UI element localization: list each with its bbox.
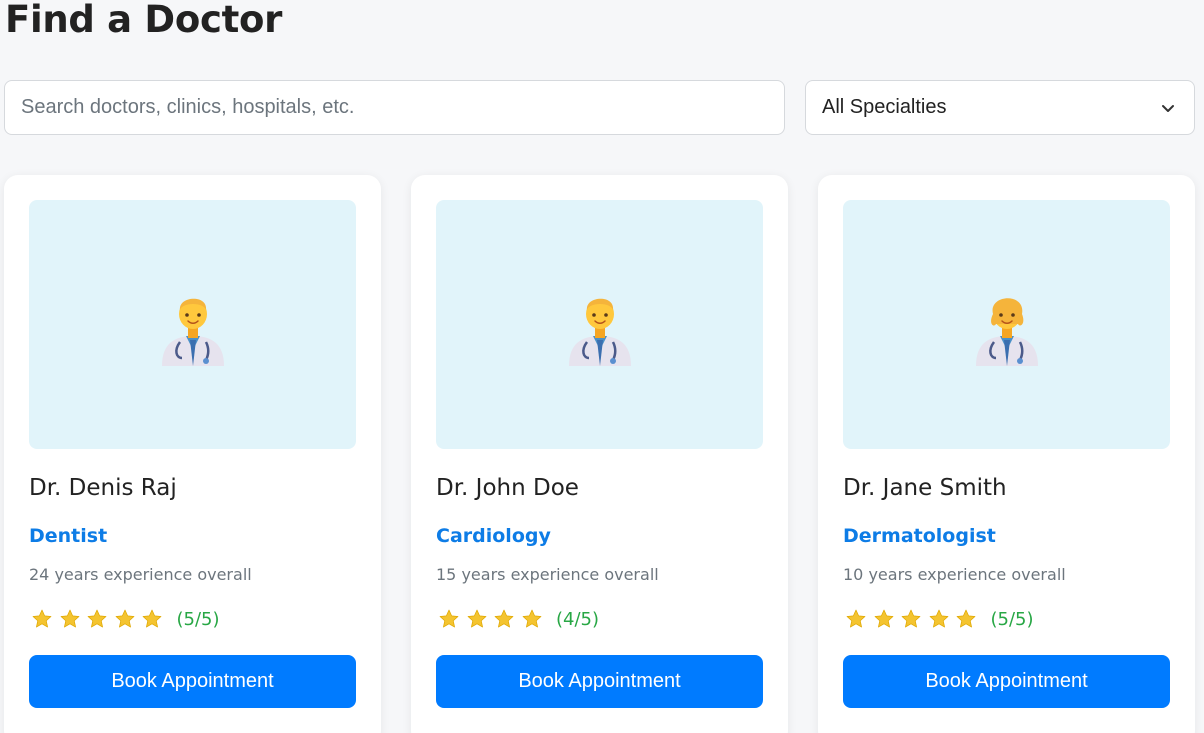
star-icon <box>87 609 107 628</box>
doctor-photo <box>843 200 1170 449</box>
doctor-card: Dr. Jane Smith Dermatologist 10 years ex… <box>818 175 1195 733</box>
doctor-experience: 10 years experience overall <box>843 565 1066 584</box>
doctor-card: Dr. John Doe Cardiology 15 years experie… <box>411 175 788 733</box>
rating-text: (5/5) <box>990 608 1034 630</box>
doctor-experience: 15 years experience overall <box>436 565 659 584</box>
doctor-rating: (5/5) <box>31 608 220 630</box>
woman-health-worker-icon <box>975 297 1038 366</box>
star-icon <box>956 609 976 628</box>
star-icon <box>142 609 162 628</box>
doctor-rating: (5/5) <box>845 608 1034 630</box>
doctor-name: Dr. John Doe <box>436 475 579 501</box>
star-icon <box>901 609 921 628</box>
book-appointment-button[interactable]: Book Appointment <box>843 655 1170 708</box>
doctor-card: Dr. Denis Raj Dentist 24 years experienc… <box>4 175 381 733</box>
man-health-worker-icon <box>161 298 224 366</box>
doctor-photo <box>436 200 763 449</box>
specialty-select[interactable]: All Specialties <box>805 80 1195 135</box>
star-icon <box>60 609 79 628</box>
book-appointment-button[interactable]: Book Appointment <box>436 655 763 708</box>
doctor-name: Dr. Jane Smith <box>843 475 1007 501</box>
page-title: Find a Doctor <box>5 0 283 41</box>
star-icon <box>439 609 459 628</box>
doctor-specialty[interactable]: Dermatologist <box>843 525 996 547</box>
chevron-down-icon <box>1162 105 1174 112</box>
doctor-experience: 24 years experience overall <box>29 565 252 584</box>
search-input[interactable] <box>4 80 785 135</box>
star-icon <box>929 609 948 628</box>
book-appointment-button[interactable]: Book Appointment <box>29 655 356 708</box>
star-icon <box>874 609 893 628</box>
doctor-specialty[interactable]: Cardiology <box>436 525 551 547</box>
rating-text: (5/5) <box>176 608 220 630</box>
rating-text: (4/5) <box>556 608 600 630</box>
man-health-worker-icon <box>568 298 631 366</box>
doctor-photo <box>29 200 356 449</box>
star-icon <box>494 609 514 628</box>
doctor-specialty[interactable]: Dentist <box>29 525 107 547</box>
star-icon <box>115 609 134 628</box>
doctor-name: Dr. Denis Raj <box>29 475 177 501</box>
star-icon <box>32 609 52 628</box>
star-icon <box>846 609 866 628</box>
star-icon <box>467 609 486 628</box>
specialty-select-value: All Specialties <box>822 96 947 118</box>
star-icon <box>522 609 541 628</box>
doctor-rating: (4/5) <box>438 608 599 630</box>
